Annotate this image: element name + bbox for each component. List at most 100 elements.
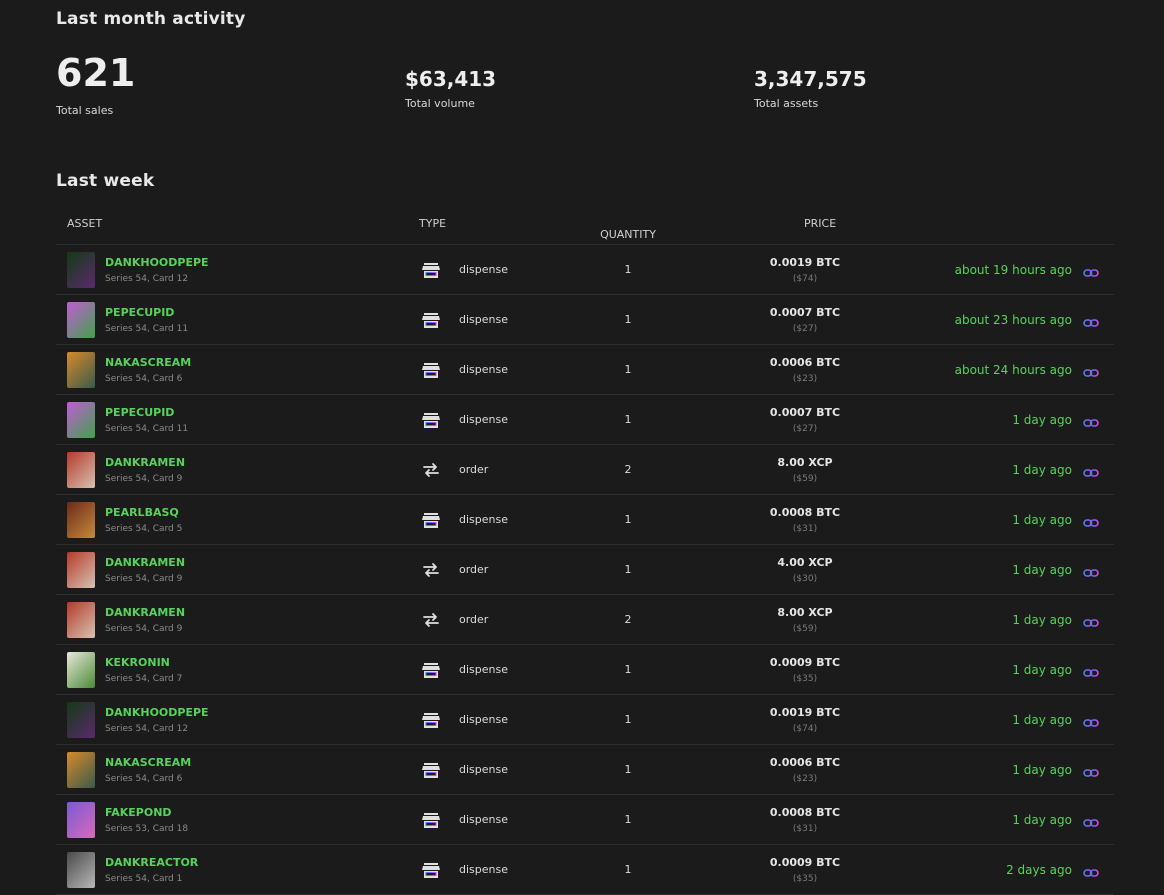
- asset-thumbnail[interactable]: [67, 502, 95, 538]
- link-icon[interactable]: [1083, 564, 1099, 577]
- storefront-icon: [422, 361, 440, 379]
- sale-price: 0.0019 BTC: [769, 706, 841, 719]
- sale-price-usd: ($30): [792, 574, 818, 584]
- asset-thumbnail[interactable]: [67, 602, 95, 638]
- sale-time: 1 day ago: [1012, 663, 1072, 677]
- link-icon[interactable]: [1083, 764, 1099, 777]
- table-row[interactable]: DANKRAMEN Series 54, Card 9 order 2 8.00…: [56, 445, 1114, 495]
- asset-name-link[interactable]: KEKRONIN: [105, 656, 170, 669]
- asset-series: Series 54, Card 1: [105, 874, 183, 884]
- link-icon[interactable]: [1083, 314, 1099, 327]
- table-row[interactable]: DANKREACTOR Series 54, Card 1 dispense 1…: [56, 845, 1114, 895]
- sale-price-usd: ($27): [792, 324, 818, 334]
- asset-name-link[interactable]: DANKRAMEN: [105, 456, 185, 469]
- asset-name-link[interactable]: DANKREACTOR: [105, 856, 198, 869]
- sale-quantity: 1: [624, 663, 632, 676]
- total-volume-label: Total volume: [405, 97, 475, 110]
- table-row[interactable]: FAKEPOND Series 53, Card 18 dispense 1 0…: [56, 795, 1114, 845]
- table-row[interactable]: DANKRAMEN Series 54, Card 9 order 2 8.00…: [56, 595, 1114, 645]
- sale-time: 1 day ago: [1012, 563, 1072, 577]
- sale-price: 8.00 XCP: [777, 606, 833, 619]
- table-row[interactable]: DANKHOODPEPE Series 54, Card 12 dispense…: [56, 695, 1114, 745]
- asset-name-link[interactable]: NAKASCREAM: [105, 356, 191, 369]
- swap-arrows-icon: [422, 461, 440, 479]
- total-sales-stat: 621 Total sales: [56, 52, 135, 117]
- link-icon[interactable]: [1083, 814, 1099, 827]
- link-icon[interactable]: [1083, 264, 1099, 277]
- asset-name-link[interactable]: PEPECUPID: [105, 406, 174, 419]
- asset-series: Series 54, Card 9: [105, 574, 183, 584]
- sale-time: 1 day ago: [1012, 763, 1072, 777]
- asset-thumbnail[interactable]: [67, 302, 95, 338]
- sale-time: 1 day ago: [1012, 513, 1072, 527]
- asset-thumbnail[interactable]: [67, 552, 95, 588]
- table-header: ASSET TYPE QUANTITY PRICE: [56, 206, 1114, 245]
- link-icon[interactable]: [1083, 864, 1099, 877]
- link-icon[interactable]: [1083, 664, 1099, 677]
- header-asset: ASSET: [67, 217, 103, 230]
- sale-type: dispense: [459, 863, 508, 876]
- sale-type: order: [459, 563, 489, 576]
- sale-type: dispense: [459, 263, 508, 276]
- table-row[interactable]: DANKRAMEN Series 54, Card 9 order 1 4.00…: [56, 545, 1114, 595]
- asset-name-link[interactable]: NAKASCREAM: [105, 756, 191, 769]
- asset-name-link[interactable]: DANKRAMEN: [105, 556, 185, 569]
- asset-series: Series 54, Card 11: [105, 424, 189, 434]
- sale-price-usd: ($31): [792, 524, 818, 534]
- sale-price: 0.0019 BTC: [769, 256, 841, 269]
- storefront-icon: [422, 511, 440, 529]
- asset-series: Series 54, Card 9: [105, 624, 183, 634]
- asset-series: Series 54, Card 6: [105, 374, 183, 384]
- asset-name-link[interactable]: PEPECUPID: [105, 306, 174, 319]
- storefront-icon: [422, 411, 440, 429]
- header-price: PRICE: [804, 217, 837, 230]
- link-icon[interactable]: [1083, 364, 1099, 377]
- sale-quantity: 1: [624, 763, 632, 776]
- asset-name-link[interactable]: PEARLBASQ: [105, 506, 179, 519]
- asset-name-link[interactable]: DANKHOODPEPE: [105, 256, 209, 269]
- sale-price-usd: ($31): [792, 824, 818, 834]
- table-row[interactable]: PEPECUPID Series 54, Card 11 dispense 1 …: [56, 295, 1114, 345]
- sale-price: 0.0007 BTC: [769, 406, 841, 419]
- asset-thumbnail[interactable]: [67, 852, 95, 888]
- total-assets-label: Total assets: [754, 97, 819, 110]
- sale-price-usd: ($59): [792, 474, 818, 484]
- asset-thumbnail[interactable]: [67, 702, 95, 738]
- sale-type: dispense: [459, 663, 508, 676]
- link-icon[interactable]: [1083, 464, 1099, 477]
- link-icon[interactable]: [1083, 514, 1099, 527]
- asset-thumbnail[interactable]: [67, 752, 95, 788]
- total-volume-value: $63,413: [405, 67, 497, 91]
- asset-thumbnail[interactable]: [67, 402, 95, 438]
- table-row[interactable]: PEPECUPID Series 54, Card 11 dispense 1 …: [56, 395, 1114, 445]
- table-row[interactable]: PEARLBASQ Series 54, Card 5 dispense 1 0…: [56, 495, 1114, 545]
- link-icon[interactable]: [1083, 614, 1099, 627]
- sale-time: about 19 hours ago: [954, 263, 1072, 277]
- storefront-icon: [422, 761, 440, 779]
- asset-thumbnail[interactable]: [67, 352, 95, 388]
- asset-name-link[interactable]: FAKEPOND: [105, 806, 172, 819]
- asset-name-link[interactable]: DANKHOODPEPE: [105, 706, 209, 719]
- table-row[interactable]: KEKRONIN Series 54, Card 7 dispense 1 0.…: [56, 645, 1114, 695]
- sale-quantity: 1: [624, 363, 632, 376]
- total-sales-value: 621: [56, 51, 136, 95]
- sale-price: 8.00 XCP: [777, 456, 833, 469]
- sale-type: dispense: [459, 313, 508, 326]
- sale-quantity: 2: [624, 463, 632, 476]
- asset-thumbnail[interactable]: [67, 652, 95, 688]
- table-row[interactable]: DANKHOODPEPE Series 54, Card 12 dispense…: [56, 245, 1114, 295]
- link-icon[interactable]: [1083, 714, 1099, 727]
- table-row[interactable]: NAKASCREAM Series 54, Card 6 dispense 1 …: [56, 745, 1114, 795]
- asset-thumbnail[interactable]: [67, 452, 95, 488]
- asset-thumbnail[interactable]: [67, 252, 95, 288]
- asset-series: Series 54, Card 5: [105, 524, 183, 534]
- sale-price-usd: ($23): [792, 374, 818, 384]
- link-icon[interactable]: [1083, 414, 1099, 427]
- table-row[interactable]: NAKASCREAM Series 54, Card 6 dispense 1 …: [56, 345, 1114, 395]
- storefront-icon: [422, 811, 440, 829]
- swap-arrows-icon: [422, 611, 440, 629]
- table-body: DANKHOODPEPE Series 54, Card 1 2 dispense…: [56, 245, 1114, 895]
- storefront-icon: [422, 711, 440, 729]
- asset-thumbnail[interactable]: [67, 802, 95, 838]
- asset-name-link[interactable]: DANKRAMEN: [105, 606, 185, 619]
